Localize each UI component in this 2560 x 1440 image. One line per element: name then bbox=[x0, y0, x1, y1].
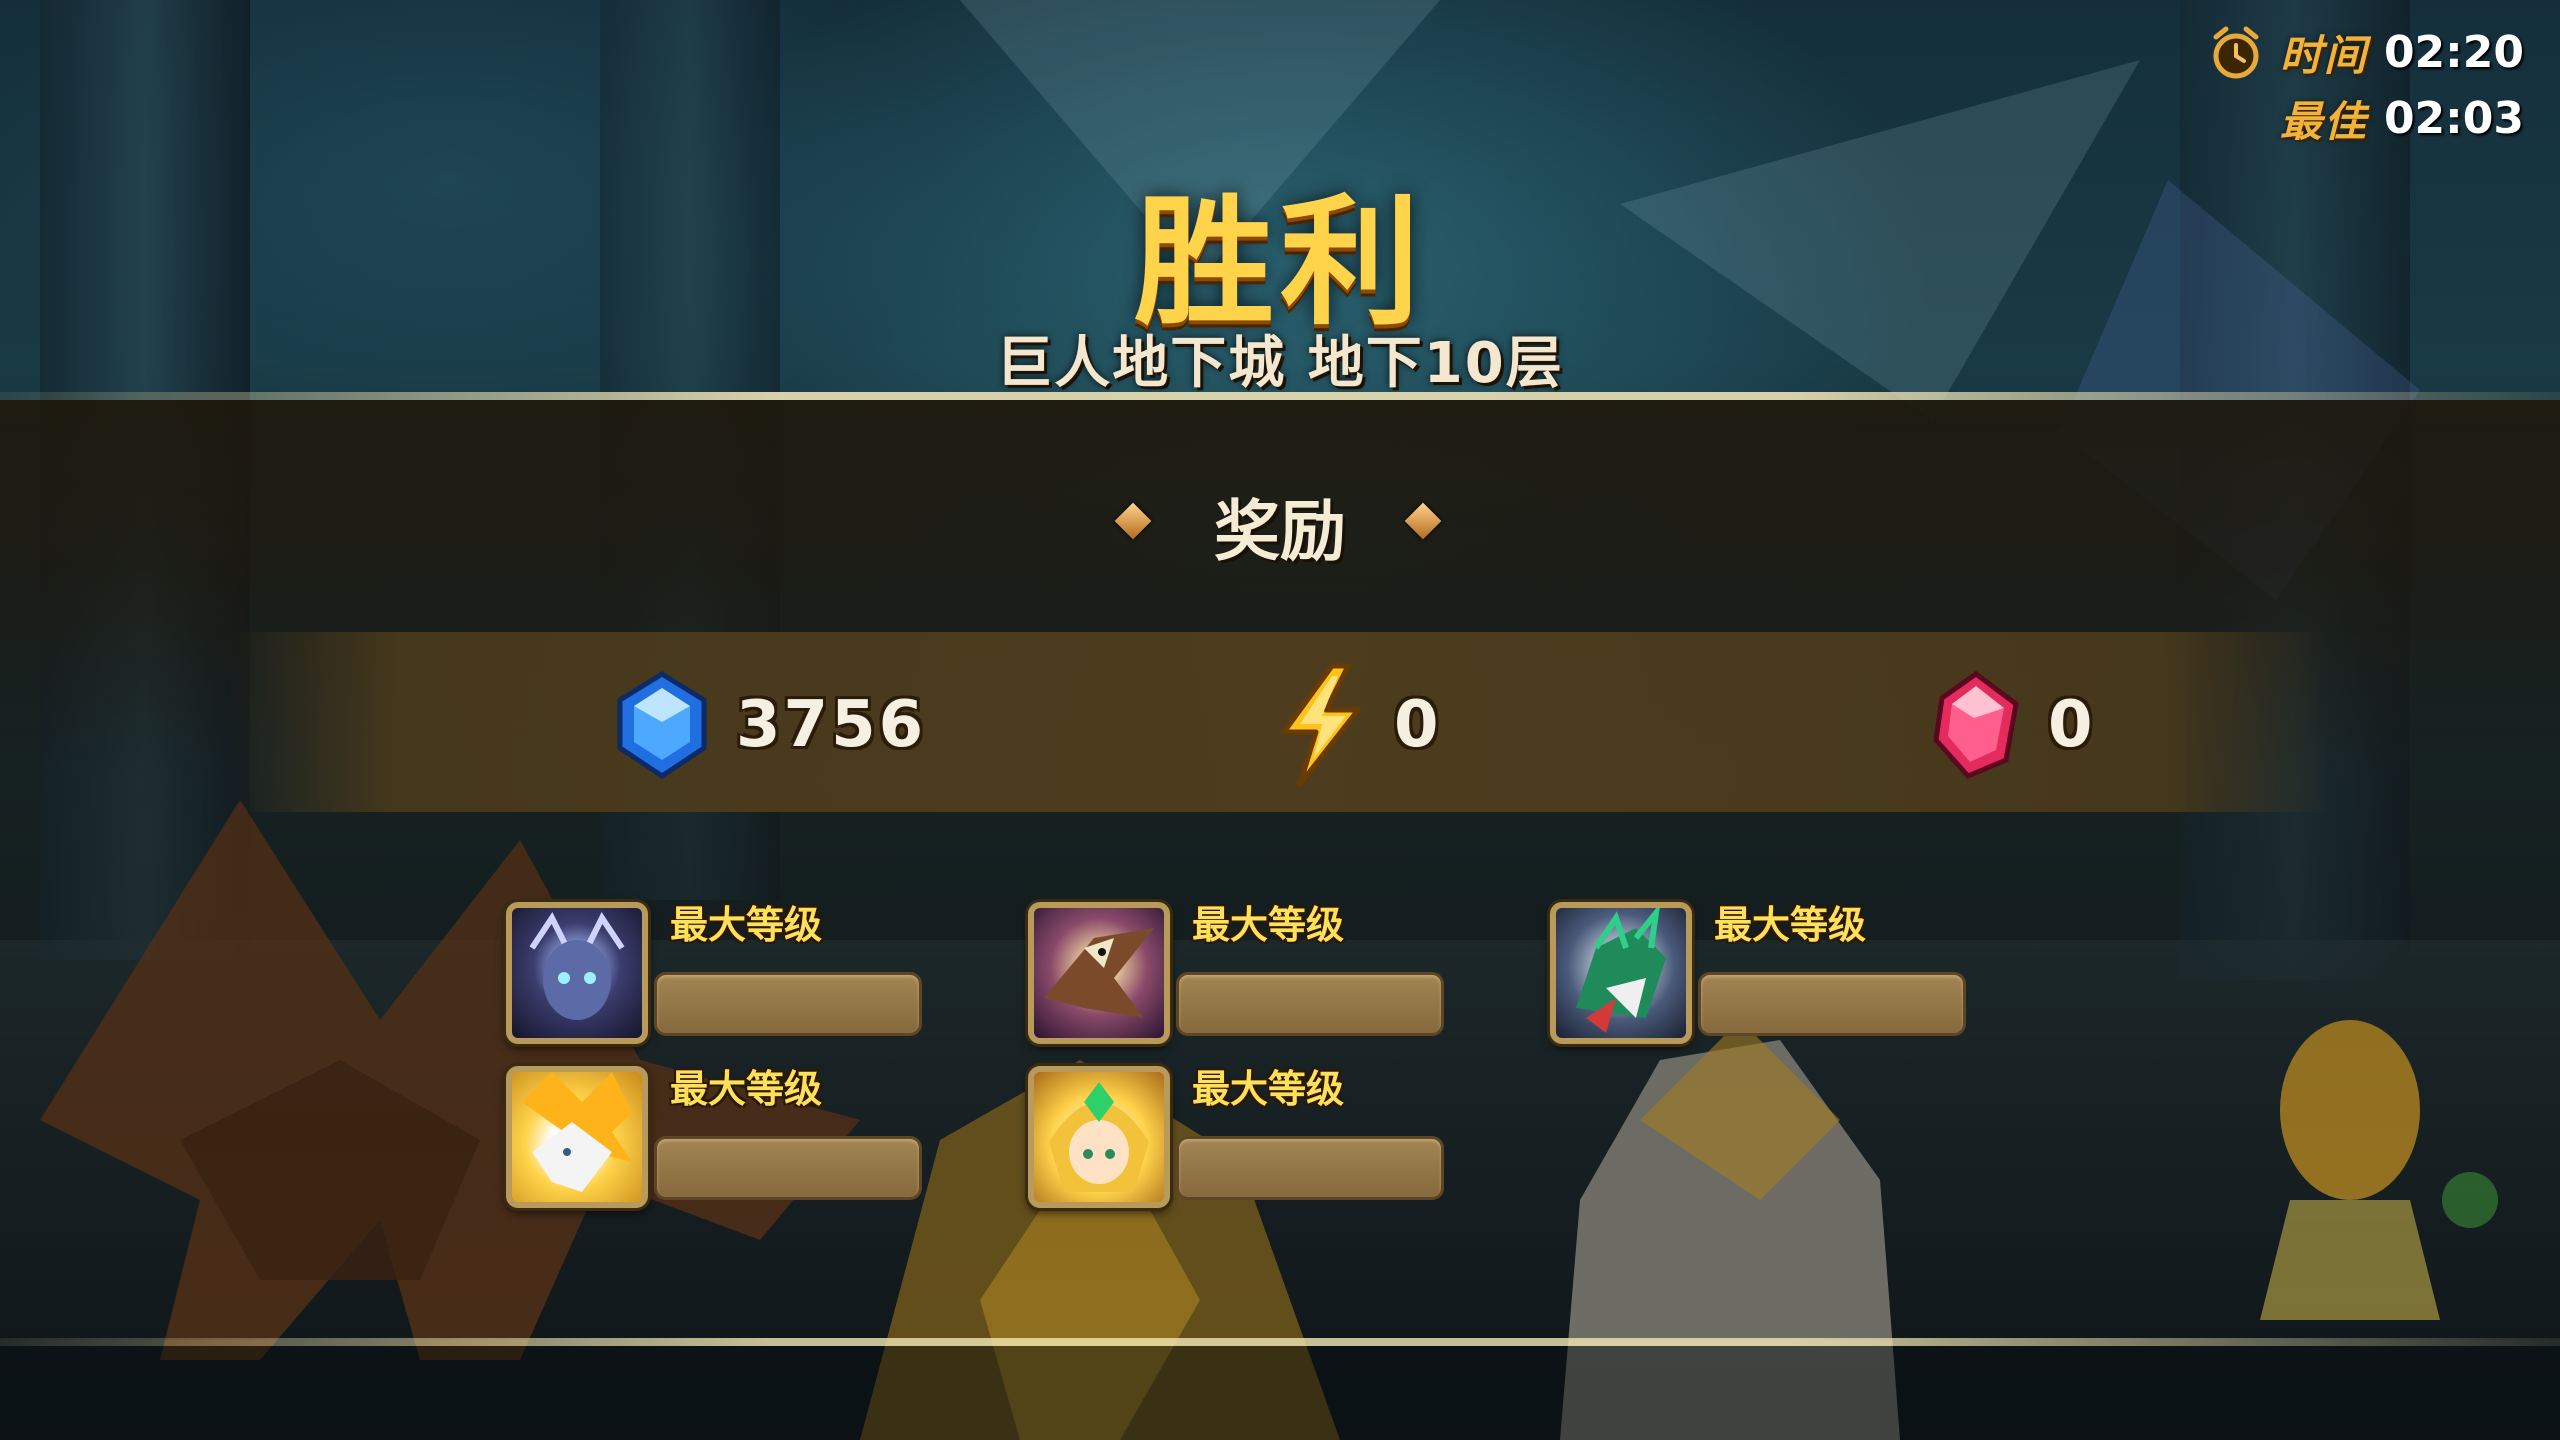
dark-demon-portrait-icon bbox=[529, 912, 625, 1020]
reward-crystal-value: 3756 bbox=[736, 688, 927, 762]
panel-bottom-divider bbox=[0, 1338, 2560, 1346]
lightning-energy-icon bbox=[1281, 663, 1361, 787]
reward-item-rune: 0 bbox=[1928, 660, 2096, 790]
reward-item-crystal: 3756 bbox=[612, 660, 926, 790]
hero-exp-bar bbox=[654, 972, 922, 1036]
hero-exp-bar bbox=[1698, 972, 1966, 1036]
fairy-girl-portrait-icon bbox=[1049, 1082, 1149, 1192]
pink-crystal-icon bbox=[1933, 670, 2019, 779]
hero-portrait-golden-wolf[interactable] bbox=[506, 1066, 648, 1208]
time-value: 02:20 bbox=[2383, 27, 2524, 78]
best-time-row: 最佳 02:03 bbox=[2280, 88, 2524, 149]
alarm-clock-icon bbox=[2213, 26, 2259, 78]
eagle-warrior-portrait-icon bbox=[1044, 928, 1154, 1018]
hero-portrait-fairy-girl[interactable] bbox=[1028, 1066, 1170, 1208]
hero-max-level-label: 最大等级 bbox=[1192, 1067, 1345, 1111]
hero-exp-bar bbox=[654, 1136, 922, 1200]
reward-rune-value: 0 bbox=[2048, 688, 2096, 762]
reward-section-title: 奖励 bbox=[1214, 493, 1346, 570]
reward-energy-value: 0 bbox=[1394, 688, 1442, 762]
dungeon-stage-subtitle: 巨人地下城 地下10层 bbox=[996, 331, 1564, 396]
hero-exp-bar bbox=[1176, 972, 1444, 1036]
reward-item-energy: 0 bbox=[1270, 660, 1442, 790]
best-time-label: 最佳 bbox=[2279, 97, 2368, 146]
panel-bottom-shade bbox=[0, 1346, 2560, 1440]
panel-top-divider bbox=[0, 392, 2560, 400]
time-row: 时间 02:20 bbox=[2208, 22, 2524, 83]
blue-crystal-icon bbox=[617, 671, 707, 780]
green-dragon-portrait-icon bbox=[1576, 908, 1666, 1033]
best-time-value: 02:03 bbox=[2383, 93, 2524, 144]
hero-portrait-eagle-warrior[interactable] bbox=[1028, 902, 1170, 1044]
hero-max-level-label: 最大等级 bbox=[670, 903, 823, 947]
hero-portrait-dark-demon[interactable] bbox=[506, 902, 648, 1044]
hero-max-level-label: 最大等级 bbox=[1714, 903, 1867, 947]
golden-wolf-portrait-icon bbox=[522, 1072, 632, 1192]
hero-max-level-label: 最大等级 bbox=[1192, 903, 1345, 947]
time-label: 时间 bbox=[2279, 31, 2368, 80]
hero-max-level-label: 最大等级 bbox=[670, 1067, 823, 1111]
hero-exp-bar bbox=[1176, 1136, 1444, 1200]
hero-portrait-green-dragon[interactable] bbox=[1550, 902, 1692, 1044]
